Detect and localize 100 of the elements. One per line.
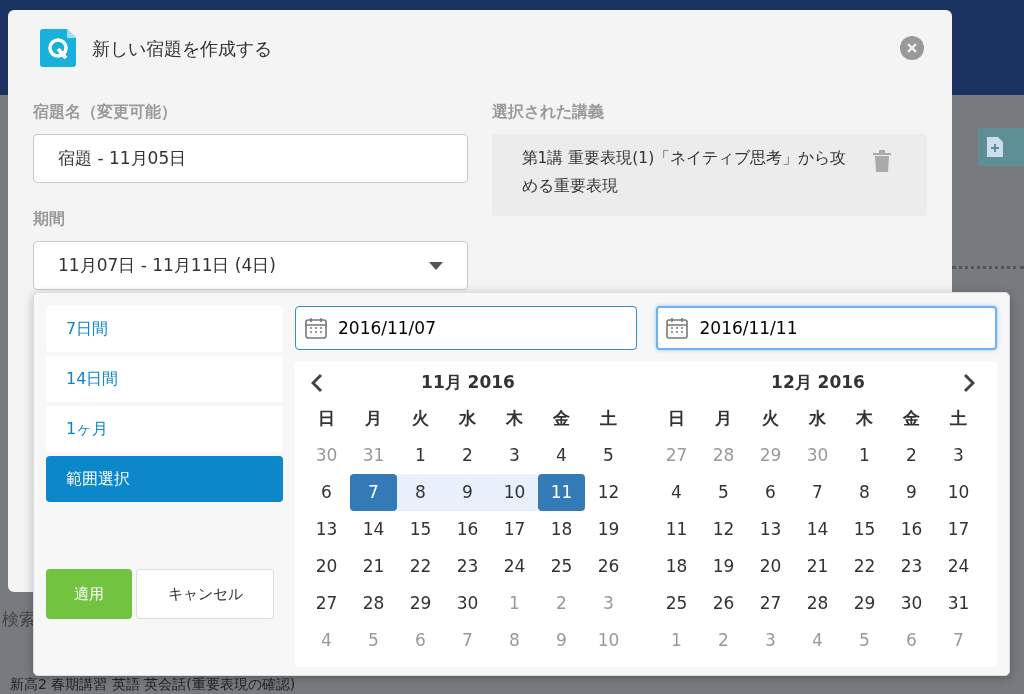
weekday-label: 火 bbox=[761, 407, 780, 430]
calendar-day[interactable]: 25 bbox=[538, 548, 585, 585]
calendar-day[interactable]: 2 bbox=[888, 437, 935, 474]
month-title: 12月 2016 bbox=[770, 371, 866, 395]
weekday-label: 日 bbox=[667, 407, 686, 430]
chevron-right-icon bbox=[963, 373, 975, 393]
trash-icon bbox=[871, 150, 892, 172]
calendar-day[interactable]: 20 bbox=[747, 548, 794, 585]
calendar-day[interactable]: 25 bbox=[653, 585, 700, 622]
calendar-day[interactable]: 22 bbox=[841, 548, 888, 585]
calendar-day[interactable]: 29 bbox=[841, 585, 888, 622]
calendar-day[interactable]: 1 bbox=[841, 437, 888, 474]
calendar-day[interactable]: 10 bbox=[491, 474, 538, 511]
calendar-day[interactable]: 23 bbox=[888, 548, 935, 585]
start-date-field[interactable]: 2016/11/07 bbox=[295, 306, 637, 350]
field-label: 期間 bbox=[33, 208, 66, 230]
calendar-day[interactable]: 26 bbox=[585, 548, 632, 585]
calendar-day[interactable]: 4 bbox=[653, 474, 700, 511]
calendar-day[interactable]: 21 bbox=[350, 548, 397, 585]
month-title: 11月 2016 bbox=[420, 371, 516, 395]
calendar-day[interactable]: 26 bbox=[700, 585, 747, 622]
calendar-day[interactable]: 3 bbox=[935, 437, 982, 474]
file-plus-icon bbox=[986, 136, 1004, 158]
weekday-label: 水 bbox=[808, 407, 827, 430]
calendar-day[interactable]: 8 bbox=[397, 474, 444, 511]
calendar-day[interactable]: 19 bbox=[700, 548, 747, 585]
close-icon bbox=[907, 43, 917, 53]
calendar-day[interactable]: 13 bbox=[303, 511, 350, 548]
calendar-day[interactable]: 17 bbox=[935, 511, 982, 548]
calendar-day[interactable]: 9 bbox=[444, 474, 491, 511]
calendar-day[interactable]: 23 bbox=[444, 548, 491, 585]
calendar-day[interactable]: 5 bbox=[585, 437, 632, 474]
weekday-label: 火 bbox=[411, 407, 430, 430]
calendar-day[interactable]: 3 bbox=[491, 437, 538, 474]
calendar-day[interactable]: 13 bbox=[747, 511, 794, 548]
calendar-day[interactable]: 4 bbox=[538, 437, 585, 474]
calendar-day[interactable]: 2 bbox=[444, 437, 491, 474]
calendar-day[interactable]: 20 bbox=[303, 548, 350, 585]
calendar-day[interactable]: 30 bbox=[888, 585, 935, 622]
calendar-day[interactable]: 12 bbox=[585, 474, 632, 511]
calendar-day[interactable]: 14 bbox=[350, 511, 397, 548]
calendar-day[interactable]: 7 bbox=[350, 474, 397, 511]
calendar-day[interactable]: 11 bbox=[538, 474, 585, 511]
calendar-day[interactable]: 6 bbox=[303, 474, 350, 511]
range-option[interactable]: 範囲選択 bbox=[46, 456, 283, 502]
calendar-day[interactable]: 18 bbox=[653, 548, 700, 585]
end-date-field[interactable]: 2016/11/11 bbox=[655, 306, 997, 350]
calendar-day[interactable]: 16 bbox=[444, 511, 491, 548]
calendar-day[interactable]: 28 bbox=[350, 585, 397, 622]
calendar-day[interactable]: 8 bbox=[841, 474, 888, 511]
calendar-day[interactable]: 12 bbox=[700, 511, 747, 548]
calendar-day[interactable]: 24 bbox=[491, 548, 538, 585]
calendar-day[interactable]: 9 bbox=[888, 474, 935, 511]
calendar-day[interactable]: 6 bbox=[747, 474, 794, 511]
dialog-title: 新しい宿題を作成する bbox=[92, 36, 272, 61]
weekday-label: 木 bbox=[505, 407, 524, 430]
calendar-day[interactable]: 29 bbox=[397, 585, 444, 622]
lecture-title: 第1講 重要表現(1)「ネイティブ思考」から攻める重要表現 bbox=[521, 148, 848, 197]
calendar-day[interactable]: 16 bbox=[888, 511, 935, 548]
calendar-day[interactable]: 11 bbox=[653, 511, 700, 548]
calendar-day[interactable]: 14 bbox=[794, 511, 841, 548]
create-button[interactable] bbox=[978, 128, 1024, 166]
weekday-label: 金 bbox=[552, 407, 571, 430]
weekday-label: 金 bbox=[902, 407, 921, 430]
caret-icon bbox=[428, 261, 443, 270]
calendar-icon bbox=[305, 317, 327, 339]
calendar-day[interactable]: 15 bbox=[841, 511, 888, 548]
calendar-day[interactable]: 28 bbox=[794, 585, 841, 622]
lesson-title: 新高2 春期講習 英語 英会話(重要表現の確認) bbox=[10, 676, 296, 693]
calendar-day[interactable]: 17 bbox=[491, 511, 538, 548]
calendar-day[interactable]: 30 bbox=[444, 585, 491, 622]
weekday-label: 土 bbox=[949, 407, 968, 430]
weekday-label: 月 bbox=[364, 407, 383, 430]
calendar-day[interactable]: 19 bbox=[585, 511, 632, 548]
calendar-icon bbox=[665, 317, 688, 339]
calendar-day[interactable]: 5 bbox=[700, 474, 747, 511]
calendar-day[interactable]: 1 bbox=[397, 437, 444, 474]
close-button[interactable] bbox=[900, 36, 924, 60]
calendar-day[interactable]: 7 bbox=[794, 474, 841, 511]
weekday-label: 木 bbox=[855, 407, 874, 430]
field-label: 選択された講義 bbox=[491, 101, 605, 123]
calendar-day[interactable]: 22 bbox=[397, 548, 444, 585]
weekday-label: 土 bbox=[599, 407, 618, 430]
field-label: 宿題名（変更可能） bbox=[33, 101, 178, 123]
calendar-day[interactable]: 24 bbox=[935, 548, 982, 585]
calendar-day[interactable]: 18 bbox=[538, 511, 585, 548]
calendar-day[interactable]: 27 bbox=[747, 585, 794, 622]
calendar-day[interactable]: 21 bbox=[794, 548, 841, 585]
range-option[interactable]: 7日間 bbox=[46, 306, 283, 352]
weekday-label: 水 bbox=[458, 407, 477, 430]
calendar-day[interactable]: 27 bbox=[303, 585, 350, 622]
name-field[interactable]: 宿題 - 11月05日 bbox=[33, 134, 468, 183]
calendar-day[interactable]: 15 bbox=[397, 511, 444, 548]
calendar-day[interactable]: 10 bbox=[935, 474, 982, 511]
cancel-button[interactable]: キャンセル bbox=[136, 569, 274, 619]
calendar-day[interactable]: 31 bbox=[935, 585, 982, 622]
period-dropdown[interactable]: 11月07日 - 11月11日 (4日) bbox=[33, 241, 468, 290]
range-option[interactable]: 14日間 bbox=[46, 356, 283, 402]
range-option[interactable]: 1ヶ月 bbox=[46, 406, 283, 452]
weekday-label: 月 bbox=[714, 407, 733, 430]
